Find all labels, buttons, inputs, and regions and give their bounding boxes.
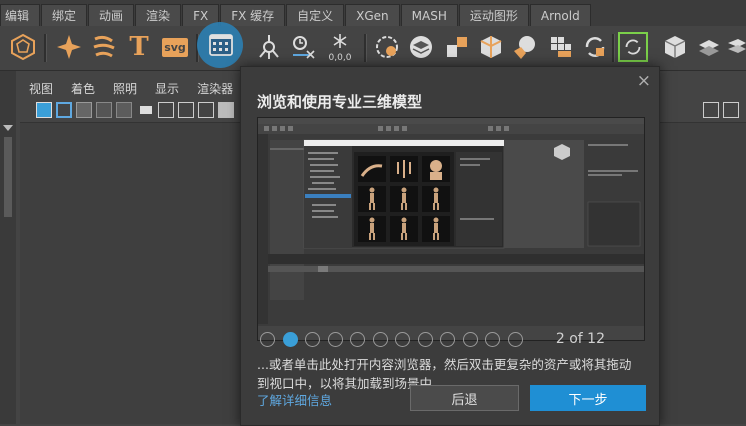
xray-icon[interactable] (178, 102, 194, 118)
page-dot[interactable] (395, 332, 410, 347)
time-editor-icon[interactable] (288, 32, 318, 62)
shaded-icon[interactable] (218, 102, 234, 118)
stack-icon[interactable] (726, 32, 746, 62)
planes-icon[interactable] (694, 32, 724, 62)
grid-toggle-icon[interactable] (76, 102, 92, 118)
tutorial-screenshot (257, 117, 645, 341)
collapse-arrow-icon[interactable] (3, 125, 13, 131)
shelf-tab[interactable]: FX 缓存 (220, 4, 286, 26)
left-tool-panel (0, 71, 16, 424)
combine-icon[interactable] (510, 32, 540, 62)
page-dot[interactable] (350, 332, 365, 347)
panel-menu-item[interactable]: 渲染器 (188, 80, 242, 97)
select-camera-icon[interactable] (36, 102, 52, 118)
bevel-icon[interactable] (406, 32, 436, 62)
page-dot[interactable] (327, 332, 343, 347)
shelf-tab[interactable]: Arnold (529, 4, 591, 26)
box-icon[interactable] (660, 32, 690, 62)
shelf-tab[interactable]: 绑定 (41, 4, 88, 26)
dialog-title: 浏览和使用专业三维模型 (257, 93, 423, 111)
cube-split-icon[interactable] (476, 32, 506, 62)
sparkle-icon[interactable] (54, 32, 84, 62)
sweep-mesh-icon[interactable] (89, 32, 119, 62)
shelf-tab[interactable]: 自定义 (286, 4, 345, 26)
page-dot[interactable] (417, 332, 433, 347)
panel-menu-item[interactable]: 着色 (62, 80, 104, 97)
page-dot[interactable] (485, 332, 500, 347)
maya-screenshot-illustration (258, 118, 644, 340)
extrude-icon[interactable] (442, 32, 472, 62)
frame-icon[interactable] (56, 102, 72, 118)
grid-icon[interactable] (546, 32, 576, 62)
shelf-tab[interactable]: 编辑 (0, 4, 41, 26)
viewport-layout-icon[interactable] (703, 102, 719, 118)
svg-icon[interactable]: svg (160, 32, 190, 62)
pivot-icon[interactable] (254, 32, 284, 62)
content-browser-icon[interactable] (205, 29, 237, 61)
page-dot[interactable] (260, 332, 275, 347)
type-text-icon[interactable]: T (124, 32, 154, 62)
resolution-gate-icon[interactable] (116, 102, 132, 118)
panel-menu-item[interactable]: 照明 (104, 80, 146, 97)
page-dot[interactable] (440, 332, 455, 347)
page-dot[interactable] (305, 332, 320, 347)
shelf-tab[interactable]: 动画 (88, 4, 135, 26)
shelf-tab[interactable]: 渲染 (135, 4, 182, 26)
page-count: 2 of 12 (555, 331, 605, 347)
wireframe-icon[interactable] (198, 102, 214, 118)
panel-menu-item[interactable]: 视图 (20, 80, 62, 97)
shelf-tabs: 编辑 绑定 动画 渲染 FX FX 缓存 自定义 XGen MASH 运动图形 Arnold (0, 0, 746, 27)
film-gate-icon[interactable] (96, 102, 112, 118)
panel-scrollbar[interactable] (4, 137, 12, 217)
page-dot-active[interactable] (282, 332, 298, 347)
shelf-tab[interactable]: MASH (400, 4, 458, 26)
camera-icon[interactable] (140, 106, 152, 114)
whats-new-dialog: × 浏览和使用专业三维模型 2 of 12 ...或者单击此处打开内容浏览器，然… (240, 66, 660, 426)
isolate-icon[interactable] (158, 102, 174, 118)
back-button[interactable]: 后退 (410, 385, 519, 411)
page-dot[interactable] (462, 332, 478, 347)
page-dot[interactable] (507, 332, 523, 347)
freeze-transform-icon[interactable]: 0,0,0 (322, 32, 358, 63)
shelf-tab[interactable]: XGen (345, 4, 400, 26)
page-dot[interactable] (372, 332, 388, 347)
soft-select-icon[interactable] (372, 32, 402, 62)
shelf-toolbar: T svg 0,0,0 (0, 22, 746, 71)
close-icon[interactable]: × (637, 71, 651, 91)
shelf-tab[interactable]: 运动图形 (458, 4, 529, 26)
panel-menu-item[interactable]: 显示 (146, 80, 188, 97)
viewport-settings-icon[interactable] (723, 102, 739, 118)
next-button[interactable]: 下一步 (530, 385, 646, 411)
sphere-poly-icon[interactable] (8, 32, 38, 62)
pagination-dots (260, 332, 530, 347)
bridge-icon[interactable] (618, 32, 648, 62)
learn-more-link[interactable]: 了解详细信息 (257, 390, 332, 409)
mirror-icon[interactable] (580, 32, 610, 62)
